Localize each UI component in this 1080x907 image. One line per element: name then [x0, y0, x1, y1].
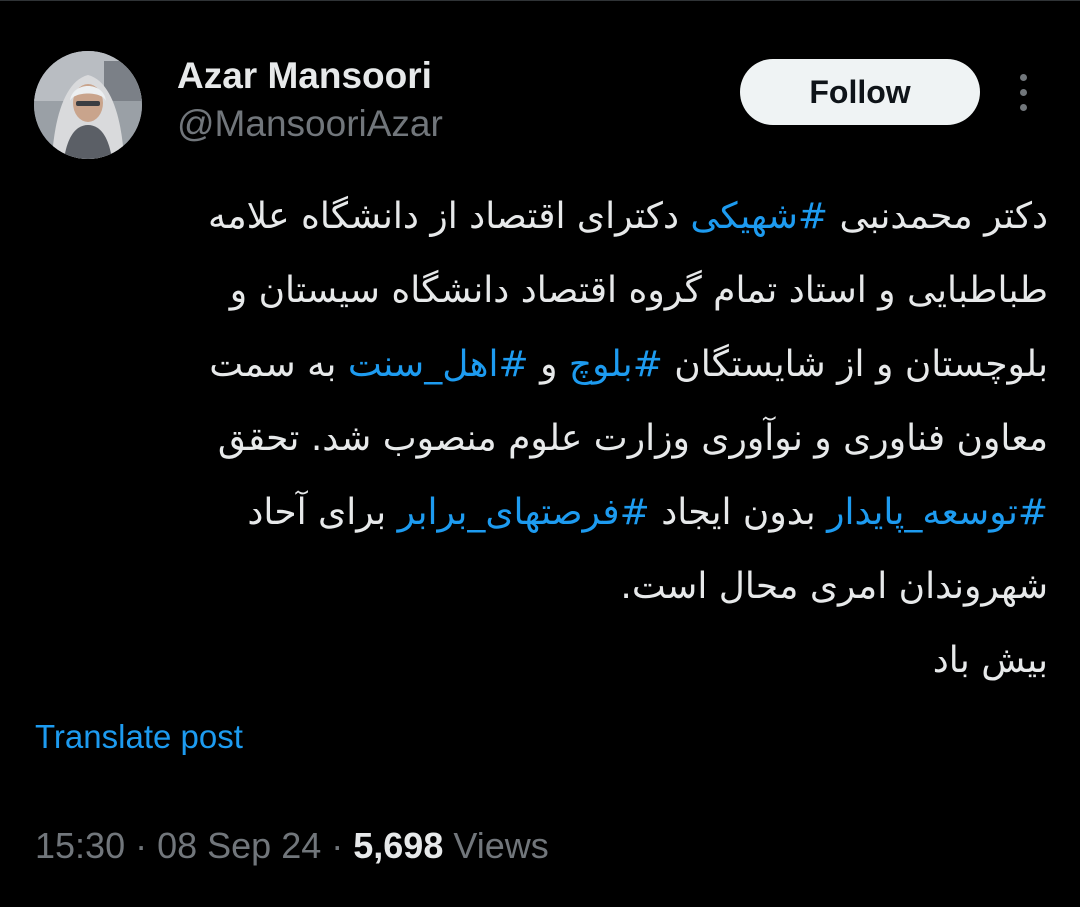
- hashtag-link[interactable]: #اهل_سنت: [348, 344, 529, 385]
- tweet-time[interactable]: 15:30: [35, 825, 125, 866]
- views-label: Views: [453, 825, 549, 866]
- translate-post-link[interactable]: Translate post: [35, 715, 243, 759]
- tweet-line: شهروندان امری محال است.: [30, 550, 1048, 624]
- follow-button[interactable]: Follow: [740, 59, 980, 125]
- tweet-line: دکتر محمدنبی #شهیکی دکترای اقتصاد از دان…: [30, 180, 1048, 254]
- tweet-meta: 15:30 · 08 Sep 24 · 5,698 Views: [35, 822, 549, 870]
- tweet-text-segment: شهروندان امری محال است.: [620, 566, 1048, 607]
- hashtag-link[interactable]: #شهیکی: [690, 196, 828, 237]
- tweet-date[interactable]: 08 Sep 24: [157, 825, 321, 866]
- tweet-text: دکتر محمدنبی #شهیکی دکترای اقتصاد از دان…: [30, 180, 1048, 698]
- tweet-text-segment: طباطبایی و استاد تمام گروه اقتصاد دانشگا…: [229, 270, 1048, 311]
- meta-separator: ·: [331, 825, 344, 866]
- tweet-text-segment: دکتر محمدنبی: [828, 196, 1048, 237]
- more-vertical-icon[interactable]: [1008, 72, 1040, 112]
- tweet-text-segment: بدون ایجاد: [649, 492, 828, 533]
- tweet-text-segment: برای آحاد: [247, 492, 398, 533]
- author-handle[interactable]: @MansooriAzar: [177, 102, 443, 146]
- top-divider: [0, 0, 1080, 1]
- tweet-text-segment: و: [528, 344, 569, 385]
- meta-separator: ·: [135, 825, 148, 866]
- tweet-line: بلوچستان و از شایستگان #بلوچ و #اهل_سنت …: [30, 328, 1048, 402]
- views-count: 5,698: [353, 825, 444, 866]
- author-display-name[interactable]: Azar Mansoori: [177, 54, 432, 98]
- tweet-line: معاون فناوری و نوآوری وزارت علوم منصوب ش…: [30, 402, 1048, 476]
- tweet-text-segment: دکترای اقتصاد از دانشگاه علامه: [208, 196, 691, 237]
- tweet-line: طباطبایی و استاد تمام گروه اقتصاد دانشگا…: [30, 254, 1048, 328]
- tweet-text-segment: بیش باد: [932, 640, 1048, 681]
- hashtag-link[interactable]: #توسعه_پایدار: [827, 492, 1048, 533]
- profile-photo-icon: [34, 51, 142, 159]
- hashtag-link[interactable]: #بلوچ: [569, 344, 663, 385]
- tweet-text-segment: معاون فناوری و نوآوری وزارت علوم منصوب ش…: [217, 418, 1048, 459]
- hashtag-link[interactable]: #فرصتهای_برابر: [398, 492, 650, 533]
- author-avatar[interactable]: [34, 51, 142, 159]
- tweet-text-segment: به سمت: [209, 344, 348, 385]
- tweet-text-segment: بلوچستان و از شایستگان: [662, 344, 1048, 385]
- tweet-line: بیش باد: [30, 624, 1048, 698]
- tweet-line: #توسعه_پایدار بدون ایجاد #فرصتهای_برابر …: [30, 476, 1048, 550]
